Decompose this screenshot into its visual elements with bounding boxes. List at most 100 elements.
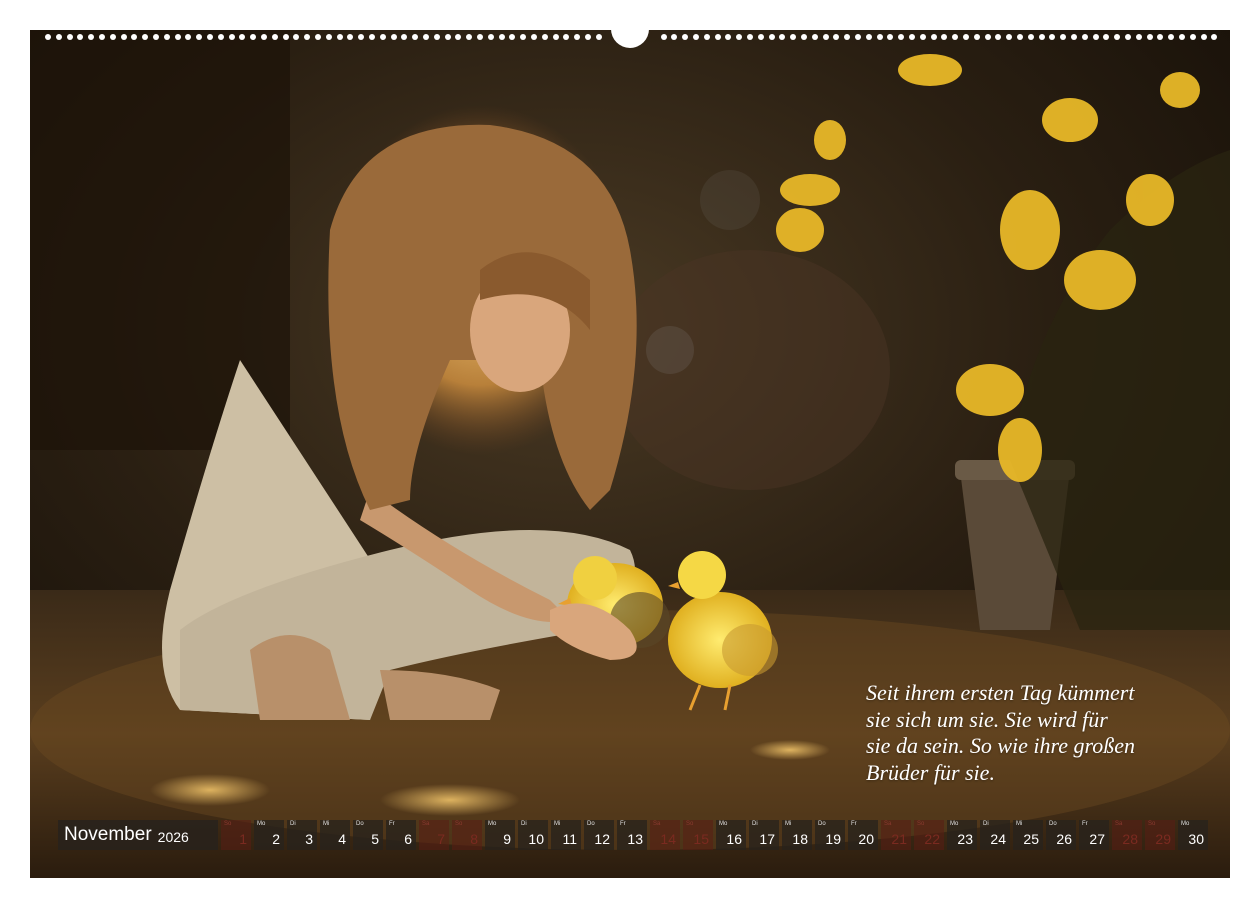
day-cell: Di 3 <box>287 820 317 850</box>
day-cell: Sa 21 <box>881 820 911 850</box>
weekday-label: Mi <box>554 821 561 827</box>
binding-hole <box>477 34 483 40</box>
weekday-label: Mo <box>257 821 266 827</box>
weekday-label: Mi <box>323 821 330 827</box>
calendar-page: Seit ihrem ersten Tag kümmert sie sich u… <box>0 0 1260 908</box>
binding-hole <box>811 34 818 40</box>
binding-hole <box>336 34 343 40</box>
binding-hole <box>325 34 332 40</box>
weekday-label: Sa <box>653 821 661 827</box>
binding-hole <box>401 34 408 40</box>
day-cell: Mo 2 <box>254 820 284 850</box>
binding-hole <box>1103 34 1110 40</box>
binding-hole <box>952 34 959 40</box>
binding-hole <box>315 34 321 40</box>
day-number: 12 <box>594 831 610 847</box>
binding-hole <box>865 34 872 40</box>
quote-line: sie sich um sie. Sie wird für <box>866 706 1108 732</box>
binding-hole <box>833 34 840 40</box>
binding-hole <box>855 34 861 40</box>
day-cell: Mo 23 <box>947 820 977 850</box>
day-cell: Mo 9 <box>485 820 515 850</box>
binding-hole <box>369 34 375 40</box>
binding-hole <box>1114 34 1121 40</box>
binding-hole <box>844 34 851 40</box>
binding-hole <box>552 34 559 40</box>
binding-hole <box>801 34 807 40</box>
day-number: 6 <box>404 831 412 847</box>
binding-hole <box>444 34 451 40</box>
binding-hole <box>271 34 278 40</box>
binding-hole <box>790 34 797 40</box>
weekday-label: So <box>224 821 232 827</box>
binding-hole <box>239 34 246 40</box>
day-number: 10 <box>528 831 544 847</box>
binding-hole <box>973 34 980 40</box>
quote-line: sie da sein. So wie ihre großen <box>866 733 1136 758</box>
binding-hole <box>563 34 570 40</box>
binding-hole <box>984 34 991 40</box>
binding-hole <box>660 34 667 40</box>
day-number: 16 <box>726 831 742 847</box>
binding-hole <box>725 34 732 40</box>
binding-hole <box>45 34 51 40</box>
day-cell: Mi 4 <box>320 820 350 850</box>
binding-hole <box>55 34 62 40</box>
binding-hole <box>1071 34 1077 40</box>
binding-hole <box>876 34 883 40</box>
day-number: 25 <box>1023 831 1039 847</box>
weekday-label: Sa <box>884 821 892 827</box>
binding-hole <box>1125 34 1131 40</box>
binding-hole <box>163 34 170 40</box>
binding-hole <box>99 34 105 40</box>
weekday-label: So <box>1148 821 1156 827</box>
weekday-label: Mo <box>488 821 497 827</box>
weekday-label: Di <box>983 821 989 827</box>
binding-hole <box>1027 34 1034 40</box>
binding-hole <box>1038 34 1045 40</box>
day-number: 7 <box>437 831 445 847</box>
day-number: 4 <box>338 831 346 847</box>
binding-hole <box>293 34 300 40</box>
binding-hole <box>120 34 127 40</box>
weekday-label: Mo <box>1181 821 1190 827</box>
day-number: 9 <box>503 831 511 847</box>
day-number: 20 <box>858 831 874 847</box>
binding-hole <box>682 34 689 40</box>
day-cell: Do 5 <box>353 820 383 850</box>
day-number: 5 <box>371 831 379 847</box>
day-number: 3 <box>305 831 313 847</box>
day-number: 29 <box>1155 831 1171 847</box>
day-cell: Mo 16 <box>716 820 746 850</box>
binding-hole <box>487 34 494 40</box>
day-cell: Do 12 <box>584 820 614 850</box>
weekday-label: Do <box>587 821 595 827</box>
binding-hole <box>574 34 581 40</box>
binding-hole <box>779 34 786 40</box>
binding-hole <box>887 34 894 40</box>
weekday-label: Fr <box>851 821 857 827</box>
quote-line: Brüder für sie. <box>866 759 995 785</box>
day-cell: Mo 30 <box>1178 820 1208 850</box>
day-number: 27 <box>1089 831 1105 847</box>
day-cell: Sa 7 <box>419 820 449 850</box>
binding-hole <box>358 34 365 40</box>
quote-line: Seit ihrem ersten Tag kümmert <box>866 680 1135 705</box>
binding-hole <box>66 34 73 40</box>
weekday-label: So <box>917 821 925 827</box>
day-number: 11 <box>562 831 577 847</box>
weekday-label: Mi <box>785 821 792 827</box>
month-name: November <box>64 824 152 845</box>
weekday-label: Mo <box>950 821 959 827</box>
day-number: 15 <box>693 831 709 847</box>
binding-hole <box>142 34 149 40</box>
binding-hole <box>1146 34 1153 40</box>
day-cell: Do 26 <box>1046 820 1076 850</box>
day-cell: Di 17 <box>749 820 779 850</box>
day-cell: Fr 27 <box>1079 820 1109 850</box>
binding-hole <box>1049 34 1056 40</box>
binding-hole <box>77 34 84 40</box>
binding-hole <box>1017 34 1023 40</box>
day-cell: Fr 20 <box>848 820 878 850</box>
binding-hole <box>703 34 710 40</box>
